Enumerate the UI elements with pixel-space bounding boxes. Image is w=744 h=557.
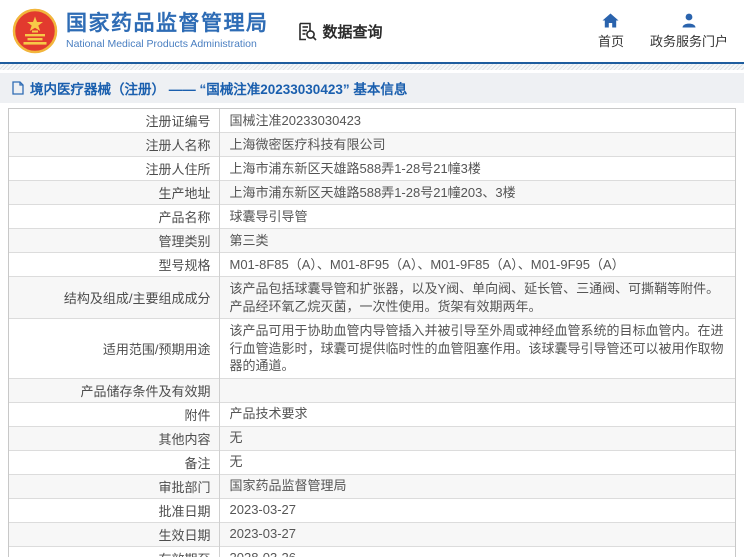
- row-label: 产品名称: [9, 204, 220, 229]
- row-label: 审批部门: [9, 474, 220, 499]
- row-label: 生效日期: [9, 522, 220, 547]
- row-label: 备注: [9, 450, 220, 475]
- row-value: [219, 378, 735, 402]
- row-label: 其他内容: [9, 426, 220, 451]
- table-row: 生效日期 2023-03-27: [9, 522, 735, 547]
- row-label: 管理类别: [9, 228, 220, 253]
- row-value: 国家药品监督管理局: [229, 478, 347, 494]
- row-label: 注册证编号: [9, 109, 220, 133]
- table-row: 生产地址 上海市浦东新区天雄路588弄1-28号21幢203、3楼: [9, 180, 735, 205]
- brand-logo-block: 国家药品监督管理局 National Medical Products Admi…: [12, 8, 269, 54]
- data-query-label: 数据查询: [322, 23, 383, 41]
- row-value: 2023-03-27: [229, 526, 297, 542]
- national-emblem-logo: [12, 8, 58, 54]
- table-row: 有效期至 2028-03-26: [9, 546, 735, 557]
- header-nav: 首页 政务服务门户: [598, 13, 728, 50]
- row-value: M01-8F85（A）、M01-8F95（A）、M01-9F85（A）、M01-…: [229, 256, 625, 272]
- document-icon: [12, 81, 24, 95]
- table-row: 结构及组成/主要组成成分 该产品包括球囊导管和扩张器，以及Y阀、单向阀、延长管、…: [9, 276, 735, 319]
- home-icon: [602, 13, 619, 28]
- row-value: 无: [229, 430, 243, 446]
- breadcrumb-text: 境内医疗器械（注册） —— “国械注准20233030423” 基本信息: [30, 82, 408, 97]
- nav-home[interactable]: 首页: [598, 13, 624, 50]
- row-value: 上海微密医疗科技有限公司: [229, 136, 386, 152]
- brand-text: 国家药品监督管理局 National Medical Products Admi…: [66, 12, 269, 50]
- row-label: 型号规格: [9, 252, 220, 277]
- row-value: 该产品可用于协助血管内导管插入并被引导至外周或神经血管系统的目标血管内。在进行血…: [229, 323, 724, 374]
- nav-home-label: 首页: [597, 33, 624, 49]
- table-row: 审批部门 国家药品监督管理局: [9, 474, 735, 499]
- hatch-band-divider: [0, 64, 744, 70]
- table-row: 管理类别 第三类: [9, 228, 735, 253]
- table-row: 注册人名称 上海微密医疗科技有限公司: [9, 132, 735, 157]
- table-row: 其他内容 无: [9, 426, 735, 451]
- org-title-cn: 国家药品监督管理局: [66, 11, 269, 35]
- registration-info-panel: 注册证编号 国械注准20233030423 注册人名称 上海微密医疗科技有限公司…: [8, 108, 736, 557]
- row-label: 附件: [9, 402, 220, 427]
- row-value: 球囊导引导管: [229, 208, 308, 224]
- row-label: 有效期至: [9, 546, 220, 557]
- row-value: 第三类: [229, 232, 269, 248]
- row-value: 国械注准20233030423: [229, 112, 362, 128]
- org-title-en: National Medical Products Administration: [66, 38, 257, 51]
- row-label: 注册人住所: [9, 156, 220, 181]
- row-value: 2023-03-27: [229, 502, 297, 518]
- row-label: 批准日期: [9, 498, 220, 523]
- row-label: 注册人名称: [9, 132, 220, 157]
- breadcrumb: 境内医疗器械（注册） —— “国械注准20233030423” 基本信息: [0, 73, 744, 103]
- data-query-icon: [297, 21, 318, 42]
- registration-info-table: 注册证编号 国械注准20233030423 注册人名称 上海微密医疗科技有限公司…: [9, 109, 735, 557]
- nav-gov-portal-label: 政务服务门户: [649, 33, 728, 49]
- table-row: 适用范围/预期用途 该产品可用于协助血管内导管插入并被引导至外周或神经血管系统的…: [9, 318, 735, 379]
- site-header: 国家药品监督管理局 National Medical Products Admi…: [0, 0, 744, 62]
- row-value: 无: [229, 454, 243, 470]
- row-label: 生产地址: [9, 180, 220, 205]
- row-value: 上海市浦东新区天雄路588弄1-28号21幢3楼: [229, 160, 481, 176]
- row-value: 上海市浦东新区天雄路588弄1-28号21幢203、3楼: [229, 184, 516, 200]
- table-row: 型号规格 M01-8F85（A）、M01-8F95（A）、M01-9F85（A）…: [9, 252, 735, 277]
- table-row: 产品名称 球囊导引导管: [9, 204, 735, 229]
- data-query-button[interactable]: 数据查询: [297, 21, 383, 42]
- table-row: 备注 无: [9, 450, 735, 475]
- table-row: 产品储存条件及有效期: [9, 378, 735, 403]
- row-label: 结构及组成/主要组成成分: [9, 276, 220, 319]
- row-label: 适用范围/预期用途: [9, 318, 220, 379]
- nav-gov-portal[interactable]: 政务服务门户: [650, 13, 728, 50]
- table-row: 注册证编号 国械注准20233030423: [9, 109, 735, 133]
- table-row: 批准日期 2023-03-27: [9, 498, 735, 523]
- row-value: 2028-03-26: [219, 546, 735, 557]
- table-row: 附件 产品技术要求: [9, 402, 735, 427]
- user-icon: [681, 13, 697, 28]
- table-row: 注册人住所 上海市浦东新区天雄路588弄1-28号21幢3楼: [9, 156, 735, 181]
- row-value: 产品技术要求: [229, 406, 308, 422]
- row-value: 该产品包括球囊导管和扩张器，以及Y阀、单向阀、延长管、三通阀、可撕鞘等附件。产品…: [229, 281, 720, 314]
- row-label: 产品储存条件及有效期: [9, 378, 220, 403]
